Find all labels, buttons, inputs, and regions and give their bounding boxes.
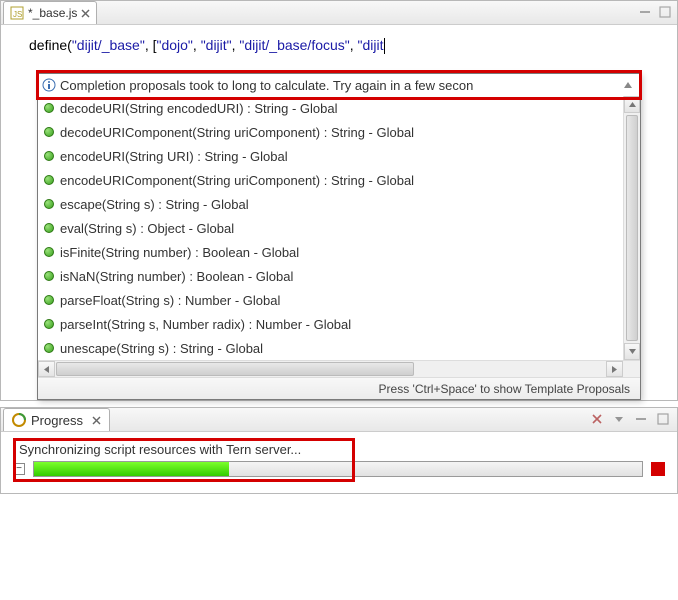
proposal-label: decodeURIComponent(String uriComponent) … xyxy=(60,125,414,140)
maximize-icon[interactable] xyxy=(659,6,673,20)
collapse-button[interactable]: − xyxy=(13,463,25,475)
method-icon xyxy=(44,127,54,137)
progress-body: Synchronizing script resources with Tern… xyxy=(1,432,677,493)
popup-body: decodeURI(String encodedURI) : String - … xyxy=(38,96,640,360)
progress-row: − xyxy=(13,461,665,477)
proposal-label: parseFloat(String s) : Number - Global xyxy=(60,293,280,308)
code-token: "dijit/_base/focus" xyxy=(239,37,349,53)
code-token: , xyxy=(145,37,153,53)
progress-tab-bar: Progress xyxy=(1,408,677,432)
method-icon xyxy=(44,247,54,257)
proposal-item[interactable]: isFinite(String number) : Boolean - Glob… xyxy=(38,240,623,264)
code-token: "dijit/_base" xyxy=(72,37,145,53)
proposal-item[interactable]: decodeURIComponent(String uriComponent) … xyxy=(38,120,623,144)
completion-popup: Completion proposals took to long to cal… xyxy=(37,73,641,400)
file-tab-title: *_base.js xyxy=(28,6,77,20)
scrollbar-track[interactable] xyxy=(624,113,640,343)
proposal-label: isFinite(String number) : Boolean - Glob… xyxy=(60,245,299,260)
info-icon xyxy=(42,78,56,92)
scroll-up-button[interactable] xyxy=(620,77,636,93)
js-file-icon: JS xyxy=(10,6,24,20)
progress-bar-fill xyxy=(34,462,229,476)
stop-button[interactable] xyxy=(651,462,665,476)
scroll-down-button[interactable] xyxy=(624,343,640,360)
proposal-label: isNaN(String number) : Boolean - Global xyxy=(60,269,293,284)
proposal-item[interactable]: unescape(String s) : String - Global xyxy=(38,336,623,360)
popup-footer: Press 'Ctrl+Space' to show Template Prop… xyxy=(38,377,640,399)
scrollbar-thumb[interactable] xyxy=(56,362,414,376)
proposal-item[interactable]: isNaN(String number) : Boolean - Global xyxy=(38,264,623,288)
editor-toolbar xyxy=(639,6,673,20)
code-token: , xyxy=(350,37,358,53)
scrollbar-thumb[interactable] xyxy=(626,115,638,341)
proposal-label: escape(String s) : String - Global xyxy=(60,197,249,212)
close-icon[interactable] xyxy=(81,9,90,18)
minimize-icon[interactable] xyxy=(639,6,653,20)
method-icon xyxy=(44,151,54,161)
proposal-item[interactable]: parseInt(String s, Number radix) : Numbe… xyxy=(38,312,623,336)
view-menu-icon[interactable] xyxy=(613,413,627,427)
vertical-scrollbar[interactable] xyxy=(623,96,640,360)
method-icon xyxy=(44,343,54,353)
method-icon xyxy=(44,103,54,113)
scroll-left-button[interactable] xyxy=(38,361,55,377)
progress-panel: Progress Synchronizing script resources … xyxy=(0,407,678,494)
code-token: , xyxy=(193,37,201,53)
scroll-up-button[interactable] xyxy=(624,96,640,113)
remove-finished-icon[interactable] xyxy=(591,413,605,427)
method-icon xyxy=(44,199,54,209)
code-token: "dijit xyxy=(358,37,384,53)
progress-toolbar xyxy=(591,413,671,427)
progress-icon xyxy=(12,413,26,427)
proposal-label: parseInt(String s, Number radix) : Numbe… xyxy=(60,317,351,332)
code-token: "dojo" xyxy=(156,37,192,53)
editor-panel: JS *_base.js define("dijit/_base", ["doj… xyxy=(0,0,678,401)
proposal-item[interactable]: escape(String s) : String - Global xyxy=(38,192,623,216)
scrollbar-track[interactable] xyxy=(55,361,606,377)
minimize-icon[interactable] xyxy=(635,413,649,427)
popup-warning-text: Completion proposals took to long to cal… xyxy=(60,78,620,93)
completion-popup-wrap: Completion proposals took to long to cal… xyxy=(1,73,677,400)
proposal-item[interactable]: parseFloat(String s) : Number - Global xyxy=(38,288,623,312)
code-token: define xyxy=(29,37,67,53)
progress-tab-title: Progress xyxy=(31,413,83,428)
popup-hint-text: Press 'Ctrl+Space' to show Template Prop… xyxy=(379,382,630,396)
popup-header: Completion proposals took to long to cal… xyxy=(38,74,640,96)
code-token: "dijit" xyxy=(201,37,232,53)
proposal-item[interactable]: encodeURI(String URI) : String - Global xyxy=(38,144,623,168)
progress-tab[interactable]: Progress xyxy=(3,408,110,431)
method-icon xyxy=(44,319,54,329)
proposal-list[interactable]: decodeURI(String encodedURI) : String - … xyxy=(38,96,623,360)
proposal-label: encodeURI(String URI) : String - Global xyxy=(60,149,288,164)
method-icon xyxy=(44,223,54,233)
method-icon xyxy=(44,295,54,305)
proposal-item[interactable]: eval(String s) : Object - Global xyxy=(38,216,623,240)
text-cursor xyxy=(384,38,385,54)
horizontal-scrollbar[interactable] xyxy=(38,360,640,377)
progress-bar xyxy=(33,461,643,477)
scroll-right-button[interactable] xyxy=(606,361,623,377)
file-tab[interactable]: JS *_base.js xyxy=(3,1,97,24)
proposal-label: encodeURIComponent(String uriComponent) … xyxy=(60,173,414,188)
method-icon xyxy=(44,271,54,281)
proposal-item[interactable]: decodeURI(String encodedURI) : String - … xyxy=(38,96,623,120)
proposal-item[interactable]: encodeURIComponent(String uriComponent) … xyxy=(38,168,623,192)
scrollbar-corner xyxy=(623,361,640,377)
code-area[interactable]: define("dijit/_base", ["dojo", "dijit", … xyxy=(1,25,677,73)
proposal-label: decodeURI(String encodedURI) : String - … xyxy=(60,101,337,116)
proposal-label: unescape(String s) : String - Global xyxy=(60,341,263,356)
close-icon[interactable] xyxy=(92,416,101,425)
method-icon xyxy=(44,175,54,185)
editor-tab-bar: JS *_base.js xyxy=(1,1,677,25)
proposal-label: eval(String s) : Object - Global xyxy=(60,221,234,236)
svg-text:JS: JS xyxy=(13,10,22,19)
progress-task-label: Synchronizing script resources with Tern… xyxy=(19,442,665,457)
maximize-icon[interactable] xyxy=(657,413,671,427)
